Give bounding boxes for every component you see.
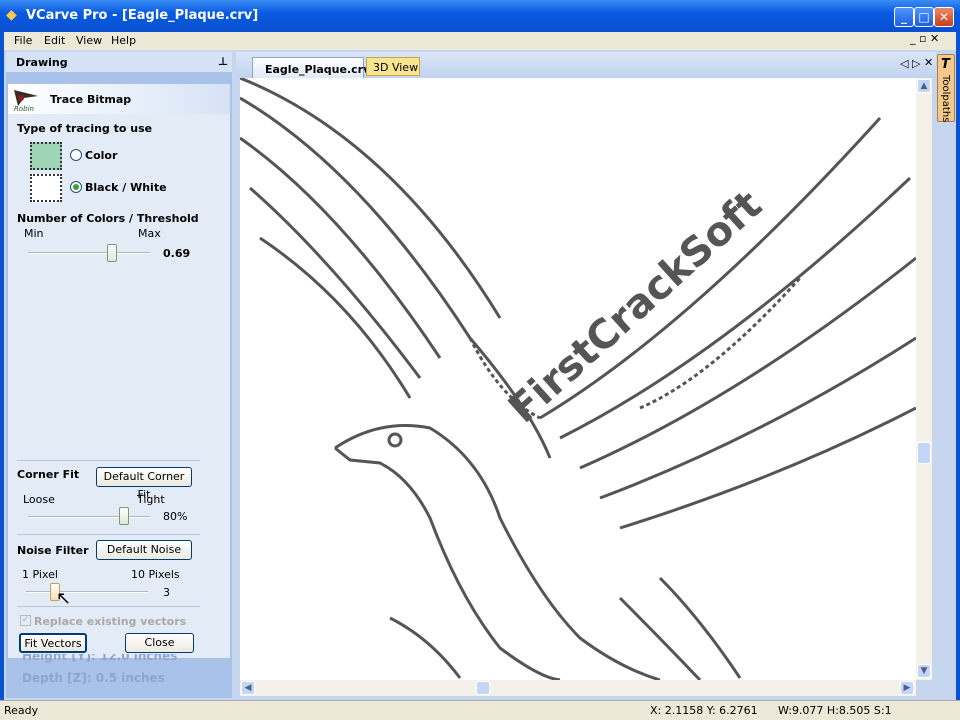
minimize-button[interactable]: _	[894, 7, 914, 27]
radio-color[interactable]	[70, 149, 82, 161]
threshold-max: Max	[138, 227, 161, 240]
tab-prev-icon[interactable]: ◁	[900, 57, 908, 70]
menu-edit[interactable]: Edit	[44, 34, 65, 47]
bw-bitmap-icon	[30, 174, 62, 202]
scroll-up-button[interactable]: ▲	[917, 79, 931, 93]
threshold-thumb[interactable]	[107, 244, 117, 262]
vertical-scrollbar[interactable]: ▲ ▼	[916, 78, 932, 680]
toolpaths-tab[interactable]: T Toolpaths	[937, 54, 955, 122]
svg-text:Robin: Robin	[14, 105, 34, 112]
vertical-scroll-thumb[interactable]	[917, 442, 931, 464]
tool-header: Robin Trace Bitmap	[8, 84, 230, 114]
scroll-right-button[interactable]: ▶	[900, 681, 914, 695]
replace-vectors-checkbox[interactable]: ✓	[20, 615, 31, 626]
noise-min: 1 Pixel	[22, 568, 58, 581]
cursor-coords: X: 2.1158 Y: 6.2761	[650, 704, 758, 717]
corner-fit-min: Loose	[23, 493, 55, 506]
pin-icon[interactable]: ⊥	[218, 55, 228, 68]
tracing-type-label: Type of tracing to use	[17, 122, 153, 135]
scroll-left-button[interactable]: ◀	[241, 681, 255, 695]
panel-title: Drawing	[16, 56, 68, 69]
radio-black-white[interactable]	[70, 181, 82, 193]
corner-fit-thumb[interactable]	[119, 507, 129, 525]
height-text: Height [Y]: 12.0 inches	[22, 654, 178, 663]
menu-file[interactable]: File	[14, 34, 32, 47]
app-icon: ◆	[6, 7, 17, 23]
noise-value: 3	[163, 586, 170, 599]
panel-header: Drawing ⊥	[6, 52, 232, 72]
corner-fit-value: 80%	[163, 510, 188, 523]
toolpaths-label: Toolpaths	[940, 75, 951, 123]
horizontal-scroll-thumb[interactable]	[476, 681, 490, 695]
tool-title: Trace Bitmap	[50, 93, 132, 106]
noise-slider[interactable]	[26, 591, 148, 593]
default-noise-button[interactable]: Default Noise	[96, 540, 192, 560]
divider	[17, 460, 200, 461]
mdi-controls[interactable]: _ ▫ ✕	[910, 32, 939, 45]
menu-bar: File Edit View Help _ ▫ ✕	[4, 32, 956, 50]
threshold-slider[interactable]	[28, 252, 150, 254]
corner-fit-label: Corner Fit	[17, 468, 80, 481]
close-button[interactable]: Close	[125, 633, 194, 653]
toolpaths-icon: T	[941, 57, 950, 72]
threshold-min: Min	[24, 227, 44, 240]
fit-vectors-button[interactable]: Fit Vectors	[19, 633, 87, 653]
color-bitmap-icon	[30, 142, 62, 170]
option-bw-label: Black / White	[85, 181, 167, 194]
scroll-down-button[interactable]: ▼	[917, 664, 931, 678]
menu-view[interactable]: View	[76, 34, 102, 47]
status-text: Ready	[4, 704, 39, 717]
horizontal-scrollbar[interactable]: ◀ ▶	[240, 680, 916, 696]
tab-close-icon[interactable]: ✕	[924, 56, 933, 69]
tab-next-icon[interactable]: ▷	[912, 57, 920, 70]
maximize-button[interactable]: □	[914, 7, 934, 27]
selection-size: W:9.077 H:8.505 S:1	[778, 704, 892, 717]
default-corner-fit-button[interactable]: Default Corner Fit	[96, 467, 192, 501]
window-title: VCarve Pro - [Eagle_Plaque.crv]	[26, 8, 259, 23]
robin-logo-icon: Robin	[14, 90, 38, 112]
tab-3d-view[interactable]: 3D View	[366, 57, 420, 76]
document-tabs: Eagle_Plaque.crv 3D View ◁ ▷ ✕	[236, 52, 936, 78]
threshold-label: Number of Colors / Threshold	[17, 212, 199, 225]
status-bar: Ready X: 2.1158 Y: 6.2761 W:9.077 H:8.50…	[0, 700, 960, 720]
noise-filter-label: Noise Filter	[17, 544, 89, 557]
title-bar: ◆ VCarve Pro - [Eagle_Plaque.crv] _ □ ✕	[0, 0, 960, 32]
divider	[17, 606, 200, 607]
close-window-button[interactable]: ✕	[934, 7, 954, 27]
option-color-label: Color	[85, 149, 118, 162]
replace-vectors-label: Replace existing vectors	[34, 615, 187, 628]
menu-help[interactable]: Help	[111, 34, 136, 47]
threshold-value: 0.69	[163, 247, 191, 260]
tab-eagle-plaque[interactable]: Eagle_Plaque.crv	[252, 57, 370, 78]
corner-fit-max: Tight	[137, 493, 165, 506]
corner-fit-slider[interactable]	[28, 516, 150, 518]
depth-text: Depth [Z]: 0.5 inches	[22, 671, 165, 685]
divider	[17, 534, 200, 535]
noise-max: 10 Pixels	[131, 568, 180, 581]
drawing-canvas[interactable]: FirstCrackSoft	[240, 78, 916, 680]
